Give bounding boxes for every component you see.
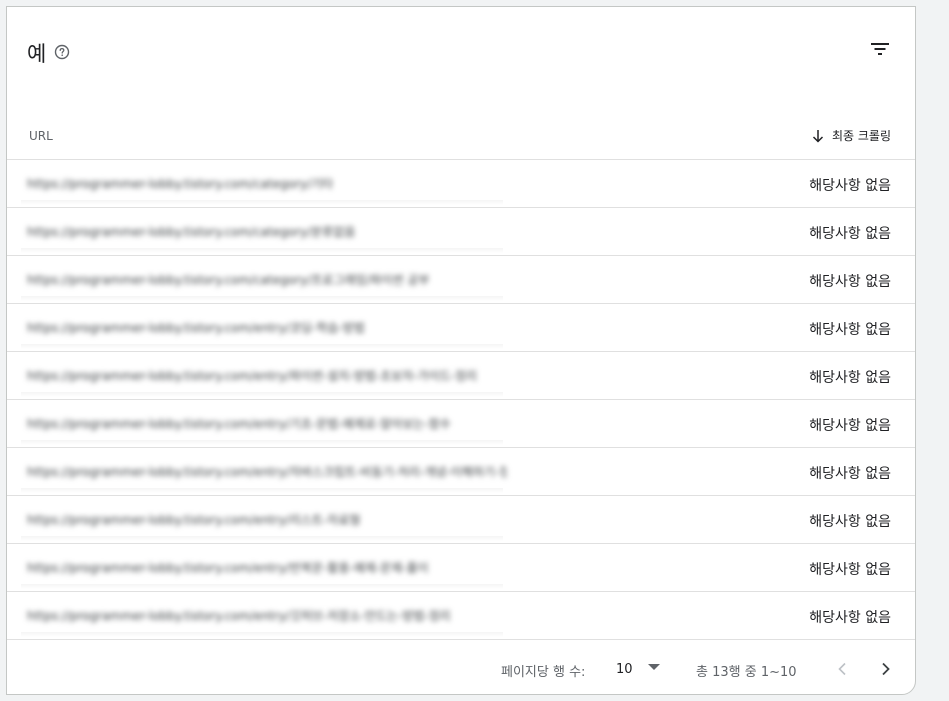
table-row[interactable]: https://programmer-lobby.tistory.com/ent… <box>7 352 915 400</box>
row-last-crawl: 해당사항 없음 <box>809 226 891 242</box>
row-url[interactable]: https://programmer-lobby.tistory.com/ent… <box>27 604 451 626</box>
row-shadow <box>21 488 503 493</box>
table-row[interactable]: https://programmer-lobby.tistory.com/cat… <box>7 208 915 256</box>
row-last-crawl: 해당사항 없음 <box>809 466 891 482</box>
table-header: URL 최종 크롤링 <box>7 115 915 160</box>
row-url[interactable]: https://programmer-lobby.tistory.com/ent… <box>27 412 451 434</box>
previous-page-button[interactable] <box>829 656 855 682</box>
row-url[interactable]: https://programmer-lobby.tistory.com/ent… <box>27 556 429 578</box>
row-url[interactable]: https://programmer-lobby.tistory.com/ent… <box>27 460 507 482</box>
row-shadow <box>21 200 503 205</box>
row-url[interactable]: https://programmer-lobby.tistory.com/cat… <box>27 172 333 194</box>
card-header: 예 <box>7 7 915 97</box>
filter-icon[interactable] <box>869 40 891 58</box>
row-last-crawl: 해당사항 없음 <box>809 514 891 530</box>
table-row[interactable]: https://programmer-lobby.tistory.com/ent… <box>7 400 915 448</box>
row-url[interactable]: https://programmer-lobby.tistory.com/ent… <box>27 316 365 338</box>
row-shadow <box>21 584 503 589</box>
row-shadow <box>21 344 503 349</box>
rows-per-page-select[interactable]: 10 <box>616 658 664 680</box>
table-row[interactable]: https://programmer-lobby.tistory.com/ent… <box>7 448 915 496</box>
row-last-crawl: 해당사항 없음 <box>809 610 891 626</box>
table-row[interactable]: https://programmer-lobby.tistory.com/ent… <box>7 496 915 544</box>
table-row[interactable]: https://programmer-lobby.tistory.com/ent… <box>7 304 915 352</box>
row-shadow <box>21 248 503 253</box>
page-range-text: 총 13행 중 1~10 <box>696 665 797 680</box>
chevron-right-icon <box>882 662 890 676</box>
table-body: https://programmer-lobby.tistory.com/cat… <box>7 160 915 640</box>
row-url[interactable]: https://programmer-lobby.tistory.com/cat… <box>27 268 429 290</box>
examples-card: 예 URL 최종 크롤링 https://programmer-lobby.ti… <box>6 6 916 695</box>
chevron-left-icon <box>838 662 846 676</box>
row-url[interactable]: https://programmer-lobby.tistory.com/cat… <box>27 220 355 242</box>
row-url[interactable]: https://programmer-lobby.tistory.com/ent… <box>27 364 477 386</box>
row-last-crawl: 해당사항 없음 <box>809 178 891 194</box>
row-url[interactable]: https://programmer-lobby.tistory.com/ent… <box>27 508 360 530</box>
card-title: 예 <box>27 42 47 66</box>
row-last-crawl: 해당사항 없음 <box>809 322 891 338</box>
rows-per-page-label: 페이지당 행 수: <box>501 665 586 680</box>
row-shadow <box>21 392 503 397</box>
column-header-last-crawl-label: 최종 크롤링 <box>831 129 891 143</box>
table-row[interactable]: https://programmer-lobby.tistory.com/cat… <box>7 160 915 208</box>
row-last-crawl: 해당사항 없음 <box>809 370 891 386</box>
table-row[interactable]: https://programmer-lobby.tistory.com/ent… <box>7 592 915 640</box>
row-shadow <box>21 632 503 637</box>
row-last-crawl: 해당사항 없음 <box>809 274 891 290</box>
arrow-down-icon <box>812 129 824 143</box>
column-header-url[interactable]: URL <box>29 129 53 143</box>
table-row[interactable]: https://programmer-lobby.tistory.com/ent… <box>7 544 915 592</box>
table-row[interactable]: https://programmer-lobby.tistory.com/cat… <box>7 256 915 304</box>
help-circle-icon[interactable] <box>54 44 70 60</box>
dropdown-arrow-icon <box>648 664 660 670</box>
row-shadow <box>21 440 503 445</box>
row-shadow <box>21 296 503 301</box>
row-last-crawl: 해당사항 없음 <box>809 562 891 578</box>
row-last-crawl: 해당사항 없음 <box>809 418 891 434</box>
row-shadow <box>21 536 503 541</box>
pagination-footer: 페이지당 행 수: 10 총 13행 중 1~10 <box>7 640 915 694</box>
rows-per-page-value: 10 <box>616 661 633 677</box>
next-page-button[interactable] <box>873 656 899 682</box>
column-header-last-crawl[interactable]: 최종 크롤링 <box>812 127 891 144</box>
